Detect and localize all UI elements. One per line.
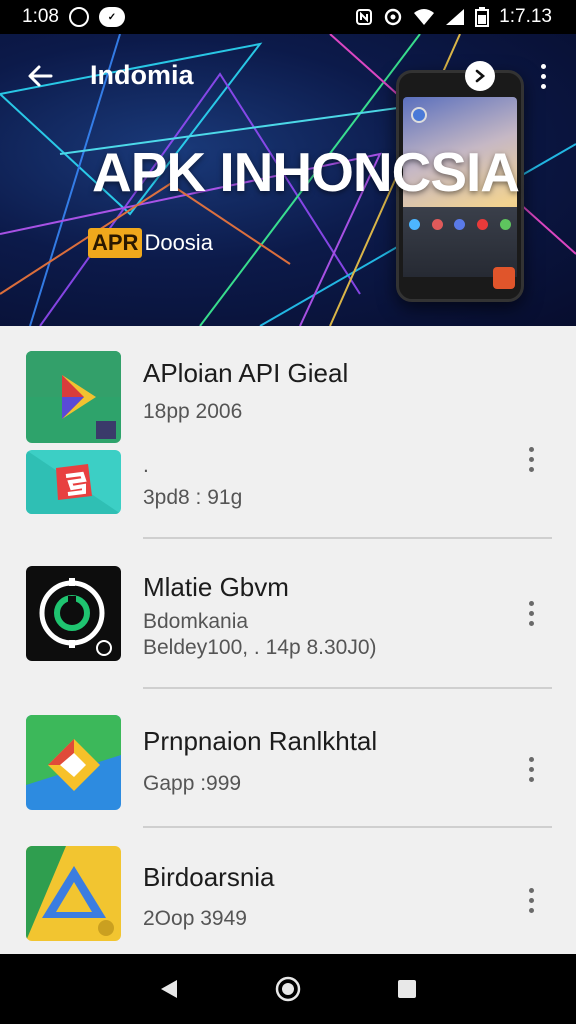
status-right: 1:7.13 — [355, 6, 552, 28]
avatar — [411, 107, 427, 123]
share-icon — [475, 69, 486, 83]
app-title: Prnpnaion Ranlkhtal — [143, 726, 378, 756]
recents-square-icon — [397, 980, 416, 998]
home-circle-icon — [275, 976, 301, 1002]
hero-badge: APR — [88, 228, 143, 258]
camera-app-icon — [493, 267, 515, 289]
nav-home-button[interactable] — [268, 969, 308, 1009]
header-banner: Indomia APK INHONCSIA APR Doosia — [0, 34, 576, 326]
top-app-bar: Indomia — [0, 52, 576, 100]
app-meta: Gapp :999 — [143, 772, 242, 795]
signal-icon — [445, 8, 465, 26]
drive-triangle-app-icon — [26, 846, 121, 941]
app-meta: 3pd8 : 91g — [143, 486, 243, 509]
item-more-button[interactable] — [520, 439, 542, 479]
list-item[interactable]: APloian API Gieal 18pp 2006 . 3pd8 : 91g — [0, 326, 576, 539]
messenger-icon: ✓ — [98, 7, 125, 27]
more-vertical-icon — [528, 600, 534, 606]
hero-sub-text: Doosia — [144, 230, 213, 255]
maps-style-app-icon — [26, 715, 121, 810]
list-item[interactable]: Birdoarsnia 2Oop 3949 — [0, 828, 576, 954]
app-title: Mlatie Gbvm — [143, 572, 289, 602]
status-time: 1:08 — [22, 6, 59, 27]
back-arrow-icon — [28, 65, 53, 87]
battery-icon — [475, 7, 490, 27]
app-meta: 2Oop 3949 — [143, 907, 247, 930]
status-right-time: 1:7.13 — [499, 6, 552, 27]
more-vertical-icon — [528, 756, 534, 762]
item-more-button[interactable] — [520, 593, 542, 633]
app-list: APloian API Gieal 18pp 2006 . 3pd8 : 91g… — [0, 326, 576, 954]
app-meta: Beldey100, . 14p 8.30J0) — [143, 636, 377, 659]
app-title: APloian API Gieal — [143, 358, 349, 388]
list-item[interactable]: Prnpnaion Ranlkhtal Gapp :999 — [0, 689, 576, 828]
sync-icon — [383, 7, 403, 27]
status-bar: 1:08 ✓ 1:7.13 — [0, 0, 576, 34]
share-button[interactable] — [465, 61, 495, 91]
system-nav-bar — [0, 954, 576, 1024]
nav-recents-button[interactable] — [387, 969, 427, 1009]
back-button[interactable] — [22, 58, 58, 94]
more-vertical-icon — [540, 63, 546, 69]
status-left: 1:08 ✓ — [22, 6, 125, 28]
item-more-button[interactable] — [520, 880, 542, 920]
more-vertical-icon — [528, 446, 534, 452]
hero-subtitle: APR Doosia — [88, 228, 213, 258]
nfc-icon — [355, 8, 373, 26]
back-triangle-icon — [161, 980, 178, 998]
app-title: Birdoarsnia — [143, 862, 275, 892]
sub-app-icon — [26, 450, 121, 514]
more-options-button[interactable] — [530, 58, 556, 94]
item-more-button[interactable] — [520, 749, 542, 789]
app-title: Indomia — [90, 60, 194, 90]
alarm-circle-icon — [68, 7, 89, 27]
wifi-icon — [413, 8, 435, 26]
clock-app-icon — [26, 566, 121, 661]
list-item[interactable]: Mlatie Gbvm Bdomkania Beldey100, . 14p 8… — [0, 539, 576, 689]
hero-title: APK INHONCSIA — [92, 141, 520, 203]
app-meta: Bdomkania — [143, 610, 249, 633]
drive-style-app-icon — [26, 351, 121, 443]
nav-back-button[interactable] — [149, 969, 189, 1009]
app-meta: 18pp 2006 — [143, 400, 243, 423]
app-meta: . — [143, 454, 149, 477]
more-vertical-icon — [528, 887, 534, 893]
